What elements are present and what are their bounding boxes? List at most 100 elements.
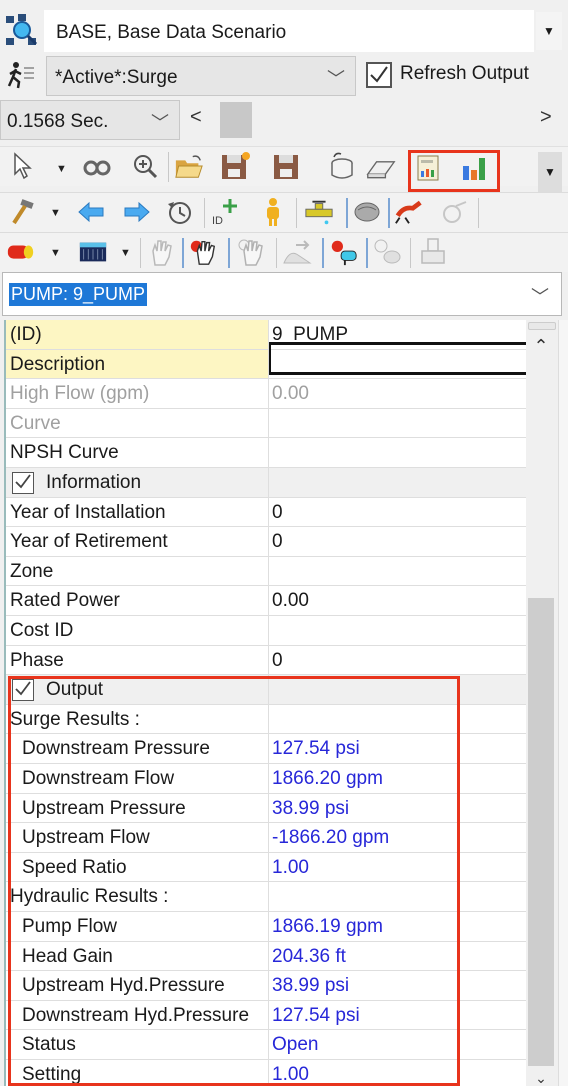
- property-row[interactable]: Cost ID: [6, 616, 528, 646]
- refresh-output-label[interactable]: Refresh Output: [400, 63, 529, 85]
- time-row: 0.1568 Sec. ﹀ < >: [0, 98, 568, 142]
- time-scroll-left-button[interactable]: <: [190, 106, 202, 129]
- scenario-dropdown-button[interactable]: ▼: [536, 12, 562, 50]
- time-scroll-right-button[interactable]: >: [540, 106, 552, 129]
- element-selector-value[interactable]: PUMP: 9_PUMP: [9, 283, 148, 306]
- hand-icon[interactable]: [352, 197, 382, 227]
- property-row[interactable]: Phase 0: [6, 645, 528, 676]
- scrollbar-top-grip: [528, 322, 556, 330]
- property-row[interactable]: Year of Retirement 0: [6, 527, 528, 557]
- calculator-dropdown-icon[interactable]: ▼: [120, 247, 131, 259]
- history-icon[interactable]: [164, 197, 194, 227]
- active-scenario-dropdown[interactable]: *Active*:Surge ﹀: [46, 56, 356, 96]
- light-dropdown-icon[interactable]: ▼: [50, 247, 61, 259]
- refresh-output-checkbox[interactable]: [366, 62, 392, 88]
- save-icon[interactable]: [272, 151, 302, 181]
- property-row[interactable]: High Flow (gpm) 0.00: [6, 379, 528, 409]
- valve-icon[interactable]: [304, 197, 334, 227]
- pointer-dropdown-icon[interactable]: ▼: [56, 163, 67, 175]
- database-undo-icon[interactable]: [326, 151, 356, 181]
- property-key: High Flow (gpm): [10, 383, 150, 405]
- open-folder-icon[interactable]: [174, 151, 204, 181]
- description-edit-border: [269, 372, 528, 375]
- scenario-row: BASE, Base Data Scenario ▼: [0, 8, 568, 54]
- pointer-select-icon[interactable]: [8, 151, 38, 181]
- property-key: Rated Power: [10, 590, 120, 612]
- zoom-in-icon[interactable]: [130, 151, 160, 181]
- report-highlight-box: [408, 150, 500, 192]
- property-key: Cost ID: [10, 620, 74, 641]
- property-key: Phase: [10, 649, 64, 671]
- new-id-icon[interactable]: ID: [210, 197, 240, 227]
- property-key: Curve: [10, 412, 61, 434]
- property-row[interactable]: Year of Installation 0: [6, 497, 528, 528]
- hand-multi-icon[interactable]: [236, 237, 266, 267]
- runner-disabled-icon[interactable]: [440, 197, 470, 227]
- chevron-down-icon: ﹀: [151, 113, 169, 133]
- element-selector-dropdown[interactable]: PUMP: 9_PUMP ﹀: [2, 272, 562, 316]
- property-key: (ID): [10, 324, 42, 345]
- description-edit-border: [269, 342, 528, 345]
- time-slider-thumb[interactable]: [220, 102, 252, 138]
- scrollbar-thumb[interactable]: [528, 598, 554, 1066]
- column-divider: [268, 586, 269, 615]
- scenario-dropdown[interactable]: BASE, Base Data Scenario: [44, 10, 534, 52]
- scroll-up-button[interactable]: ⌃: [526, 336, 556, 357]
- property-key: Zone: [10, 560, 54, 582]
- hand-flower-icon[interactable]: [372, 237, 402, 267]
- property-row[interactable]: Rated Power 0.00: [6, 586, 528, 616]
- check-icon: [15, 474, 31, 489]
- property-row[interactable]: NPSH Curve: [6, 438, 528, 468]
- toolbar-overflow-button[interactable]: ▼: [538, 152, 562, 192]
- person-icon[interactable]: [258, 197, 288, 227]
- property-value[interactable]: 0.00: [272, 383, 309, 405]
- property-row[interactable]: (ID) 9_PUMP: [6, 320, 528, 350]
- hammer-icon[interactable]: [8, 197, 38, 227]
- scenario-network-icon: [6, 14, 38, 46]
- property-key: Description: [10, 353, 106, 375]
- window-right-edge: [558, 320, 568, 1086]
- property-value[interactable]: 0: [272, 502, 283, 524]
- property-value[interactable]: 0: [272, 531, 283, 553]
- wave-icon[interactable]: [282, 237, 312, 267]
- overflow-icon: ▼: [544, 165, 556, 179]
- pump-valve-icon[interactable]: [328, 237, 358, 267]
- column-divider: [268, 379, 269, 408]
- forward-arrow-icon[interactable]: [122, 197, 152, 227]
- property-row[interactable]: Curve: [6, 408, 528, 439]
- hand-select-icon[interactable]: [188, 237, 218, 267]
- runner-surge-icon[interactable]: [394, 197, 424, 227]
- property-key: NPSH Curve: [10, 442, 119, 464]
- property-row[interactable]: Zone: [6, 556, 528, 587]
- category-row[interactable]: Information: [6, 468, 528, 498]
- output-highlight-box: [8, 676, 460, 1086]
- property-key: Information: [46, 472, 142, 493]
- red-light-icon[interactable]: [6, 237, 36, 267]
- hammer-dropdown-icon[interactable]: ▼: [50, 207, 61, 219]
- check-icon: [370, 66, 388, 83]
- description-edit-border: [269, 342, 271, 375]
- column-divider: [268, 408, 269, 438]
- eraser-icon[interactable]: [366, 153, 396, 183]
- property-key: Year of Installation: [10, 501, 166, 523]
- category-collapse-checkbox[interactable]: [12, 472, 34, 494]
- time-step-dropdown[interactable]: 0.1568 Sec. ﹀: [0, 100, 180, 140]
- svg-text:ID: ID: [212, 215, 223, 227]
- property-key: Year of Retirement: [10, 531, 168, 553]
- scenario-value: BASE, Base Data Scenario: [56, 22, 287, 43]
- tank-icon[interactable]: [418, 237, 448, 267]
- toolbar-row-3: ▼ ▼: [0, 232, 568, 272]
- property-value[interactable]: 0: [272, 650, 283, 672]
- new-save-icon[interactable]: [220, 151, 250, 181]
- column-divider: [268, 438, 269, 467]
- back-arrow-icon[interactable]: [76, 197, 106, 227]
- chevron-down-icon: ﹀: [531, 287, 549, 307]
- binoculars-icon[interactable]: [82, 153, 112, 183]
- property-value[interactable]: 0.00: [272, 590, 309, 612]
- toolbar-row-2: ▼ ID: [0, 192, 568, 232]
- time-step-value: 0.1568 Sec.: [7, 111, 109, 132]
- hand-disabled-icon[interactable]: [146, 237, 176, 267]
- chevron-down-icon: ﹀: [327, 69, 345, 89]
- scroll-down-button[interactable]: ⌄: [526, 1070, 556, 1086]
- calculator-icon[interactable]: [78, 237, 108, 267]
